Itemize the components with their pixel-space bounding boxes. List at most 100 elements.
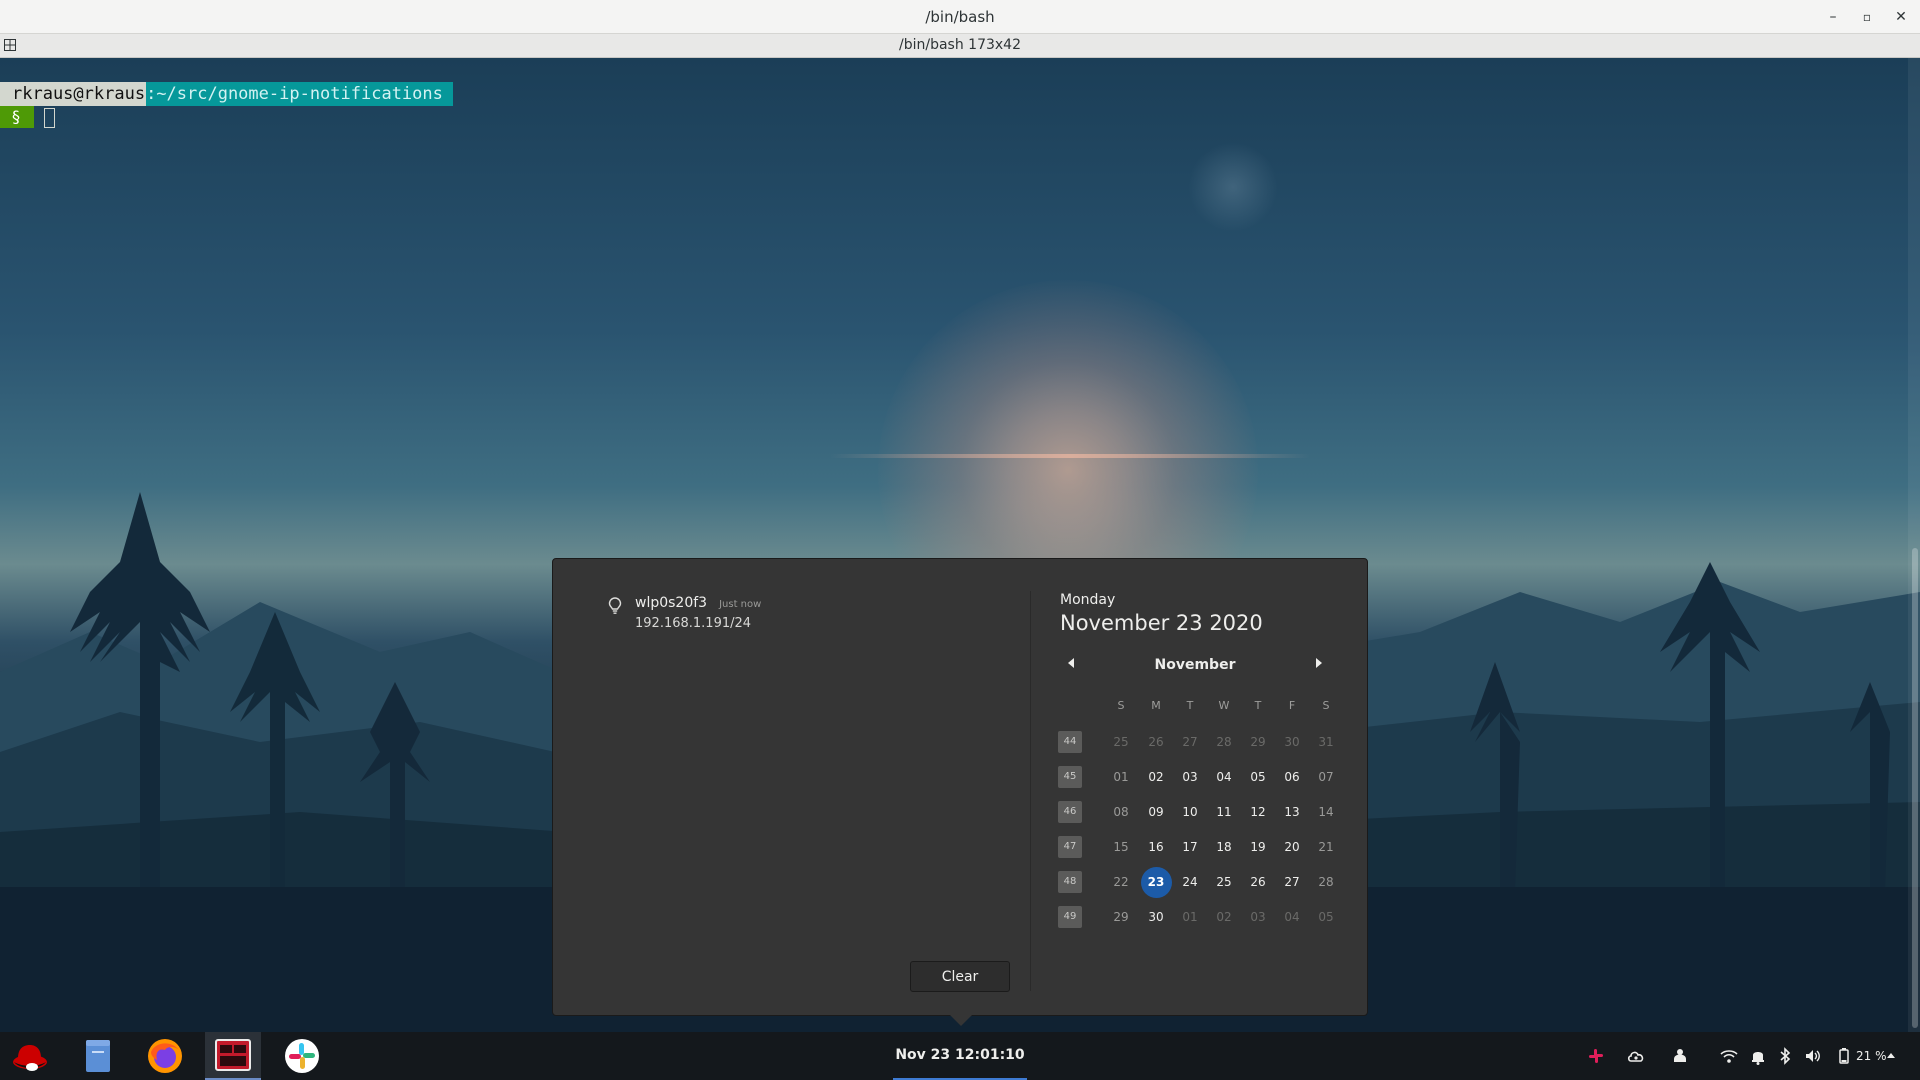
calendar-day[interactable]: 21 (1309, 834, 1343, 860)
window-titlebar: /bin/bash – ▫ ✕ (0, 0, 1920, 34)
calendar-day[interactable]: 12 (1241, 799, 1275, 825)
popup-pointer (950, 1015, 972, 1026)
volume-icon[interactable] (1803, 1046, 1823, 1066)
terminal-tabbar: /bin/bash 173x42 (0, 34, 1920, 58)
calendar-day[interactable]: 06 (1275, 764, 1309, 790)
calendar-month-label: November (1154, 657, 1236, 673)
calendar-day[interactable]: 04 (1207, 764, 1241, 790)
bluetooth-icon[interactable] (1775, 1046, 1795, 1066)
prompt-user: rkraus@rkraus (0, 82, 147, 106)
calendar-day[interactable]: 04 (1275, 904, 1309, 930)
terminal-cursor (44, 108, 55, 128)
calendar-day[interactable]: 25 (1207, 869, 1241, 895)
calendar-full-date[interactable]: November 23 2020 (1060, 611, 1263, 635)
calendar-day[interactable]: 09 (1139, 799, 1173, 825)
calendar-day[interactable]: 25 (1104, 729, 1138, 755)
firefox-icon[interactable] (145, 1036, 185, 1076)
taskbar-panel: Nov 23 12:01:10 21 % (0, 1032, 1920, 1080)
window-title: /bin/bash (925, 8, 995, 26)
close-button[interactable]: ✕ (1890, 6, 1912, 28)
calendar-day-today[interactable]: 23 (1140, 867, 1172, 898)
keyboard-icon[interactable] (1670, 1046, 1690, 1066)
calendar-day[interactable]: 15 (1104, 834, 1138, 860)
terminal-app-active[interactable] (205, 1032, 261, 1080)
calendar-day[interactable]: 30 (1139, 904, 1173, 930)
calendar-week-row: 47 15 16 17 18 19 20 21 (1056, 834, 1356, 869)
minimize-button[interactable]: – (1822, 6, 1844, 28)
calendar-day[interactable]: 02 (1139, 764, 1173, 790)
week-number: 45 (1058, 766, 1082, 788)
calendar-day[interactable]: 08 (1104, 799, 1138, 825)
calendar-day[interactable]: 29 (1241, 729, 1275, 755)
terminal-scrollbar[interactable] (1908, 58, 1920, 1032)
calendar-day[interactable]: 17 (1173, 834, 1207, 860)
calendar-day[interactable]: 03 (1173, 764, 1207, 790)
calendar-day[interactable]: 24 (1173, 869, 1207, 895)
maximize-button[interactable]: ▫ (1856, 6, 1878, 28)
panel-clock[interactable]: Nov 23 12:01:10 (893, 1032, 1027, 1080)
weekday-label: T (1254, 699, 1262, 712)
calendar-day[interactable]: 26 (1139, 729, 1173, 755)
calendar-weekday-header: SMTWTFS (1056, 697, 1356, 729)
prompt-symbol: § (0, 106, 34, 128)
notification-header: wlp0s20f3 Just now (635, 595, 761, 611)
calendar-day[interactable]: 18 (1207, 834, 1241, 860)
weekday-label: M (1151, 699, 1161, 712)
calendar-day[interactable]: 27 (1173, 729, 1207, 755)
weekday-label: W (1218, 699, 1230, 712)
calendar-grid: S M T W T F S 44 25 26 27 28 29 30 31 45 01 02 03 04 05 06 07 4… (1056, 697, 1356, 939)
week-number: 47 (1058, 836, 1082, 858)
calendar-week-row: 44 25 26 27 28 29 30 31 (1056, 729, 1356, 764)
week-number: 46 (1058, 801, 1082, 823)
calendar-day[interactable]: 05 (1309, 904, 1343, 930)
calendar-day[interactable]: 20 (1275, 834, 1309, 860)
tab-title[interactable]: /bin/bash 173x42 (0, 34, 1920, 57)
calendar-day[interactable]: 07 (1309, 764, 1343, 790)
background-glow (1188, 142, 1278, 232)
calendar-day[interactable]: 13 (1275, 799, 1309, 825)
calendar-day[interactable]: 03 (1241, 904, 1275, 930)
weekday-label: F (1288, 699, 1296, 712)
battery-icon[interactable] (1834, 1046, 1854, 1066)
battery-percentage[interactable]: 21 % (1856, 1032, 1887, 1080)
calendar-day[interactable]: 26 (1241, 869, 1275, 895)
slack-icon[interactable] (282, 1036, 322, 1076)
calendar-day[interactable]: 02 (1207, 904, 1241, 930)
next-month-icon[interactable] (1316, 658, 1322, 668)
calendar-day[interactable]: 19 (1241, 834, 1275, 860)
weekday-label: S (1322, 699, 1330, 712)
calendar-day[interactable]: 11 (1207, 799, 1241, 825)
calendar-day[interactable]: 28 (1207, 729, 1241, 755)
terminal-output: rkraus@rkraus:~/src/gnome-ip-notificatio… (0, 82, 453, 106)
calendar-day[interactable]: 05 (1241, 764, 1275, 790)
calendar-day[interactable]: 22 (1104, 869, 1138, 895)
clear-notifications-button[interactable]: Clear (910, 961, 1010, 992)
scrollbar-thumb[interactable] (1912, 548, 1918, 1028)
calendar-day[interactable]: 28 (1309, 869, 1343, 895)
calendar-day[interactable]: 14 (1309, 799, 1343, 825)
weekday-label: T (1186, 699, 1194, 712)
calendar-day[interactable]: 16 (1139, 834, 1173, 860)
calendar-day-name[interactable]: Monday (1060, 592, 1115, 608)
system-menu-arrow-icon[interactable] (1887, 1053, 1895, 1058)
calendar-day[interactable]: 27 (1275, 869, 1309, 895)
calendar-day[interactable]: 10 (1173, 799, 1207, 825)
calendar-day[interactable]: 29 (1104, 904, 1138, 930)
notification-bell-icon[interactable] (1748, 1046, 1768, 1066)
calendar-day[interactable]: 30 (1275, 729, 1309, 755)
calendar-day[interactable]: 01 (1173, 904, 1207, 930)
week-number: 44 (1058, 731, 1082, 753)
week-number: 49 (1058, 906, 1082, 928)
calendar-week-row: 49 29 30 01 02 03 04 05 (1056, 904, 1356, 939)
wifi-icon[interactable] (1719, 1046, 1739, 1066)
redhat-icon[interactable] (10, 1036, 50, 1076)
date-menu-popup: wlp0s20f3 Just now 192.168.1.191/24 Clear… (552, 558, 1368, 1016)
cloud-icon[interactable] (1626, 1046, 1646, 1066)
files-icon[interactable] (78, 1036, 118, 1076)
notification-time: Just now (719, 599, 762, 610)
slack-tray-icon[interactable] (1586, 1046, 1606, 1066)
calendar-day[interactable]: 01 (1104, 764, 1138, 790)
calendar-week-row: 46 08 09 10 11 12 13 14 (1056, 799, 1356, 834)
calendar-day[interactable]: 31 (1309, 729, 1343, 755)
week-number: 48 (1058, 871, 1082, 893)
